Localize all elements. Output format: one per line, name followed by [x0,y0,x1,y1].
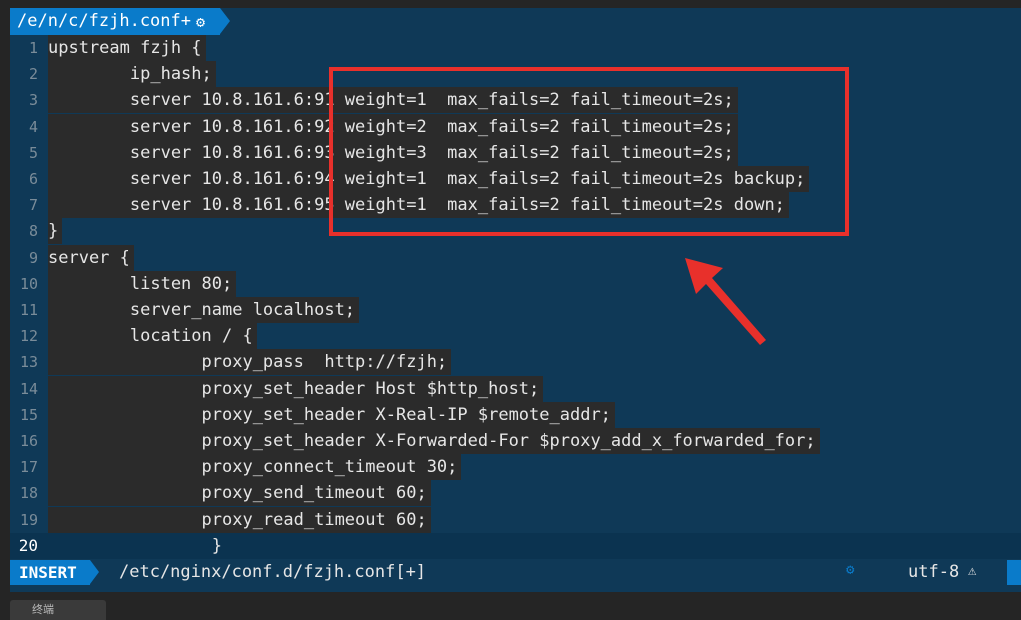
line-text[interactable]: server { [48,244,134,271]
line-text[interactable]: proxy_pass http://fzjh; [48,349,452,376]
line-text[interactable]: proxy_set_header Host $http_host; [48,375,544,402]
tab-arrow [220,8,230,34]
line-text[interactable]: } [48,218,63,245]
line-number: 12 [19,327,38,346]
line-number: 1 [28,39,38,57]
gear-icon: ⚙ [196,13,206,31]
line-text[interactable]: proxy_set_header X-Real-IP $remote_addr; [48,401,615,428]
warning-icon: ⚠ [968,563,977,579]
code-line[interactable]: 12 location / { [10,323,1021,350]
screenshot-frame: /e/n/c/fzjh.conf+ ⚙ 1 upstream fzjh { 2 ip… [0,0,1021,620]
line-text[interactable]: listen 80; [48,270,237,297]
status-file-path: /etc/nginx/conf.d/fzjh.conf[+] [119,562,427,582]
line-number: 9 [28,248,38,267]
line-number: 15 [19,405,38,424]
line-number: 2 [28,65,38,84]
line-text[interactable]: proxy_read_timeout 60; [48,506,431,533]
status-line: INSERT /etc/nginx/conf.d/fzjh.conf[+] ⚙ … [10,560,1021,585]
line-number: 4 [28,117,38,136]
code-line[interactable]: 19 proxy_read_timeout 60; [10,506,1021,533]
status-right-segment [1007,560,1021,585]
line-text[interactable]: upstream fzjh { [48,35,206,61]
line-number: 20 [18,535,38,555]
code-line[interactable]: 20 } [10,532,1021,559]
code-line[interactable]: 9 server { [10,244,1021,271]
terminal-tab-label: 终端 [32,603,54,616]
code-line[interactable]: 18 proxy_send_timeout 60; [10,480,1021,507]
tab-bar: /e/n/c/fzjh.conf+ ⚙ [10,8,1021,35]
line-text[interactable]: location / { [48,323,257,350]
buffer-tab-title: /e/n/c/fzjh.conf+ [17,11,191,31]
line-text[interactable]: proxy_send_timeout 60; [48,480,431,507]
code-line[interactable]: 15 proxy_set_header X-Real-IP $remote_ad… [10,401,1021,428]
code-line[interactable]: 16 proxy_set_header X-Forwarded-For $pro… [10,428,1021,454]
line-number: 17 [19,458,38,477]
terminal-tab[interactable]: 终端 [10,600,106,620]
line-number: 10 [19,274,38,293]
status-encoding: utf-8 [908,562,960,582]
line-number: 5 [28,143,38,162]
mode-arrow [90,560,99,584]
code-line[interactable]: 17 proxy_connect_timeout 30; [10,454,1021,481]
line-number: 13 [19,353,38,372]
line-number: 18 [19,484,38,503]
line-text[interactable]: server_name localhost; [48,297,360,323]
line-number: 8 [28,222,38,241]
line-number: 14 [19,379,38,398]
line-number: 3 [28,91,38,110]
gear-icon: ⚙ [846,562,855,578]
line-text[interactable]: ip_hash; [48,61,216,88]
line-number: 16 [19,432,38,450]
code-line[interactable]: 1 upstream fzjh { [10,35,1021,61]
mode-indicator: INSERT [10,560,90,585]
line-text[interactable]: proxy_connect_timeout 30; [48,454,462,481]
line-number: 6 [28,170,38,188]
line-number: 7 [28,196,38,215]
line-text[interactable]: proxy_set_header X-Forwarded-For $proxy_… [48,428,820,454]
line-text[interactable]: } [48,533,226,559]
buffer-tab[interactable]: /e/n/c/fzjh.conf+ ⚙ [10,8,220,35]
line-number: 19 [19,510,38,529]
code-line[interactable]: 11 server_name localhost; [10,297,1021,323]
annotation-highlight-box [329,67,849,236]
code-line[interactable]: 13 proxy_pass http://fzjh; [10,349,1021,376]
code-line[interactable]: 10 listen 80; [10,270,1021,297]
line-number: 11 [19,301,38,319]
code-line[interactable]: 14 proxy_set_header Host $http_host; [10,375,1021,402]
